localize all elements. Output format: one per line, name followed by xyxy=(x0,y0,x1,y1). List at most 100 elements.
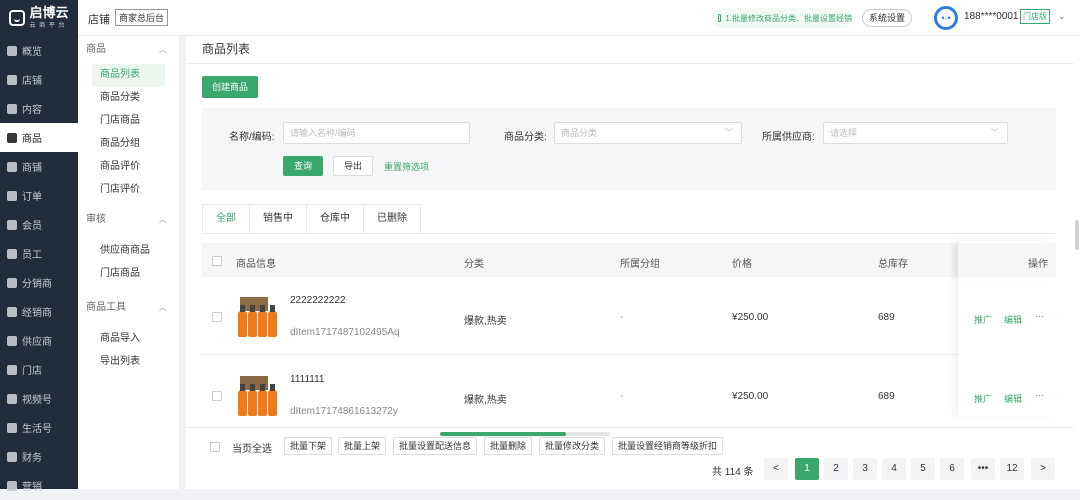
notice-banner[interactable]: 1.批量修改商品分类、批量设置经销 xyxy=(712,8,852,28)
sidebar-item-label: 商铺 xyxy=(22,163,42,174)
product-name[interactable]: 2222222222 xyxy=(290,295,346,306)
edit-link[interactable]: 编辑 xyxy=(1004,313,1022,326)
logo-subtext: 云 商 平 台 xyxy=(29,23,66,29)
user-phone[interactable]: 188****0001 xyxy=(964,11,1019,22)
subnav-item-store-goods[interactable]: 门店商品 xyxy=(92,110,165,133)
reset-filters-link[interactable]: 重置筛选项 xyxy=(384,160,429,173)
sidebar-item[interactable]: 概览 xyxy=(0,36,78,65)
distributor-icon xyxy=(7,277,17,288)
more-icon[interactable]: ··· xyxy=(1035,311,1044,321)
product-thumbnail[interactable] xyxy=(238,293,280,339)
page-button[interactable]: 5 xyxy=(911,458,935,480)
sidebar-item[interactable]: 门店 xyxy=(0,355,78,384)
sidebar-item[interactable]: 分销商 xyxy=(0,268,78,297)
tab-in-warehouse[interactable]: 仓库中 xyxy=(307,204,364,234)
subnav-item-supplier-goods[interactable]: 供应商商品 xyxy=(92,240,165,263)
sidebar-item[interactable]: 会员 xyxy=(0,210,78,239)
brand-logo[interactable]: 启博云 云 商 平 台 xyxy=(0,0,78,36)
sidebar-item[interactable]: 商品 xyxy=(0,123,78,152)
page-button[interactable]: 1 xyxy=(795,458,819,480)
sidebar-item[interactable]: 财务 xyxy=(0,442,78,471)
sidebar-item[interactable]: 供应商 xyxy=(0,326,78,355)
export-button[interactable]: 导出 xyxy=(333,156,373,176)
page-button[interactable]: 6 xyxy=(940,458,964,480)
sidebar-item[interactable]: 生活号 xyxy=(0,413,78,442)
sidebar-item-label: 店铺 xyxy=(22,76,42,87)
subnav-group-label: 审核 xyxy=(86,214,106,225)
subnav-item-audit-store-goods[interactable]: 门店商品 xyxy=(92,263,165,286)
row-checkbox[interactable] xyxy=(212,391,222,401)
product-price: ¥250.00 xyxy=(732,391,769,402)
scrollbar-thumb[interactable] xyxy=(440,432,566,436)
bulk-on-shelf-button[interactable]: 批量上架 xyxy=(338,437,387,455)
sidebar-item-label: 订单 xyxy=(22,192,42,203)
page-button[interactable]: 4 xyxy=(882,458,906,480)
category-select[interactable]: 商品分类 ﹀ xyxy=(554,122,742,144)
select-page-label[interactable]: 当页全选 xyxy=(232,440,272,455)
subnav-item-store-review[interactable]: 门店评价 xyxy=(92,179,165,202)
subnav-item-goods-review[interactable]: 商品评价 xyxy=(92,156,165,179)
avatar[interactable]: •·• xyxy=(934,6,958,30)
product-thumbnail[interactable] xyxy=(238,372,280,418)
sidebar-item[interactable]: 经销商 xyxy=(0,297,78,326)
home-icon xyxy=(7,74,17,85)
bulk-dealer-discount-button[interactable]: 批量设置经销商等级折扣 xyxy=(612,437,724,455)
supplier-select[interactable]: 请选择 ﹀ xyxy=(823,122,1008,144)
bulk-category-button[interactable]: 批量修改分类 xyxy=(539,437,606,455)
sidebar-item[interactable]: 订单 xyxy=(0,181,78,210)
product-name[interactable]: 1111111 xyxy=(290,374,324,385)
name-search-input[interactable]: 请输入名称/编码 xyxy=(283,122,470,144)
subnav-group-goods[interactable]: 商品 ︿ xyxy=(78,36,179,64)
staff-icon xyxy=(7,248,17,259)
supplier-select-placeholder: 请选择 xyxy=(830,128,858,138)
subnav-item-goods-group[interactable]: 商品分组 xyxy=(92,133,165,156)
create-goods-button[interactable]: 创建商品 xyxy=(202,76,259,98)
horizontal-scrollbar[interactable] xyxy=(440,432,610,436)
sidebar-item[interactable]: 内容 xyxy=(0,94,78,123)
subnav-group-tools[interactable]: 商品工具 ︿ xyxy=(78,294,179,322)
scrollbar-thumb[interactable] xyxy=(1075,220,1079,250)
select-page-checkbox[interactable] xyxy=(210,442,220,452)
promote-link[interactable]: 推广 xyxy=(974,392,992,405)
sidebar-item-label: 概览 xyxy=(22,47,42,58)
bulk-delete-button[interactable]: 批量删除 xyxy=(484,437,533,455)
sidebar-item[interactable]: 店铺 xyxy=(0,65,78,94)
store-tag[interactable]: 商家总后台 xyxy=(115,9,169,26)
subnav-item-export-list[interactable]: 导出列表 xyxy=(92,351,165,374)
subnav-item-goods-category[interactable]: 商品分类 xyxy=(92,87,165,110)
bulk-delivery-button[interactable]: 批量设置配送信息 xyxy=(393,437,478,455)
sidebar-item-label: 员工 xyxy=(22,250,42,261)
subnav-group-label: 商品 xyxy=(86,44,106,55)
sidebar-item-label: 内容 xyxy=(22,105,42,116)
sidebar-item[interactable]: 员工 xyxy=(0,239,78,268)
sidebar-item[interactable]: 营销 xyxy=(0,471,78,500)
promote-link[interactable]: 推广 xyxy=(974,313,992,326)
select-all-checkbox[interactable] xyxy=(212,256,222,266)
subnav-group-audit[interactable]: 审核 ︿ xyxy=(78,206,179,234)
page-button[interactable]: 2 xyxy=(824,458,848,480)
total-count: 共 114 条 xyxy=(712,467,754,478)
chevron-down-icon: ﹀ xyxy=(991,128,999,137)
edit-link[interactable]: 编辑 xyxy=(1004,392,1022,405)
sidebar-item[interactable]: 视频号 xyxy=(0,384,78,413)
page-button[interactable]: 12 xyxy=(1000,458,1024,480)
subnav-item-import[interactable]: 商品导入 xyxy=(92,328,165,351)
tab-all[interactable]: 全部 xyxy=(202,204,250,234)
sidebar-item[interactable]: 商铺 xyxy=(0,152,78,181)
next-page-button[interactable]: > xyxy=(1031,458,1055,480)
bulk-off-shelf-button[interactable]: 批量下架 xyxy=(284,437,333,455)
sidebar-item-label: 商品 xyxy=(22,134,42,145)
prev-page-button[interactable]: < xyxy=(764,458,788,480)
vertical-scrollbar[interactable] xyxy=(1074,36,1080,489)
query-button[interactable]: 查询 xyxy=(283,156,323,176)
tab-deleted[interactable]: 已删除 xyxy=(364,204,421,234)
subnav-item-goods-list[interactable]: 商品列表 xyxy=(92,64,165,87)
chevron-down-icon[interactable]: ⌄ xyxy=(1058,11,1066,22)
page-button[interactable]: 3 xyxy=(853,458,877,480)
system-settings-button[interactable]: 系统设置 xyxy=(862,9,913,27)
page-ellipsis[interactable]: ••• xyxy=(971,458,995,480)
more-icon[interactable]: ··· xyxy=(1035,390,1044,400)
tab-on-sale[interactable]: 销售中 xyxy=(250,204,307,234)
row-checkbox[interactable] xyxy=(212,312,222,322)
column-header-info: 商品信息 xyxy=(236,259,276,270)
